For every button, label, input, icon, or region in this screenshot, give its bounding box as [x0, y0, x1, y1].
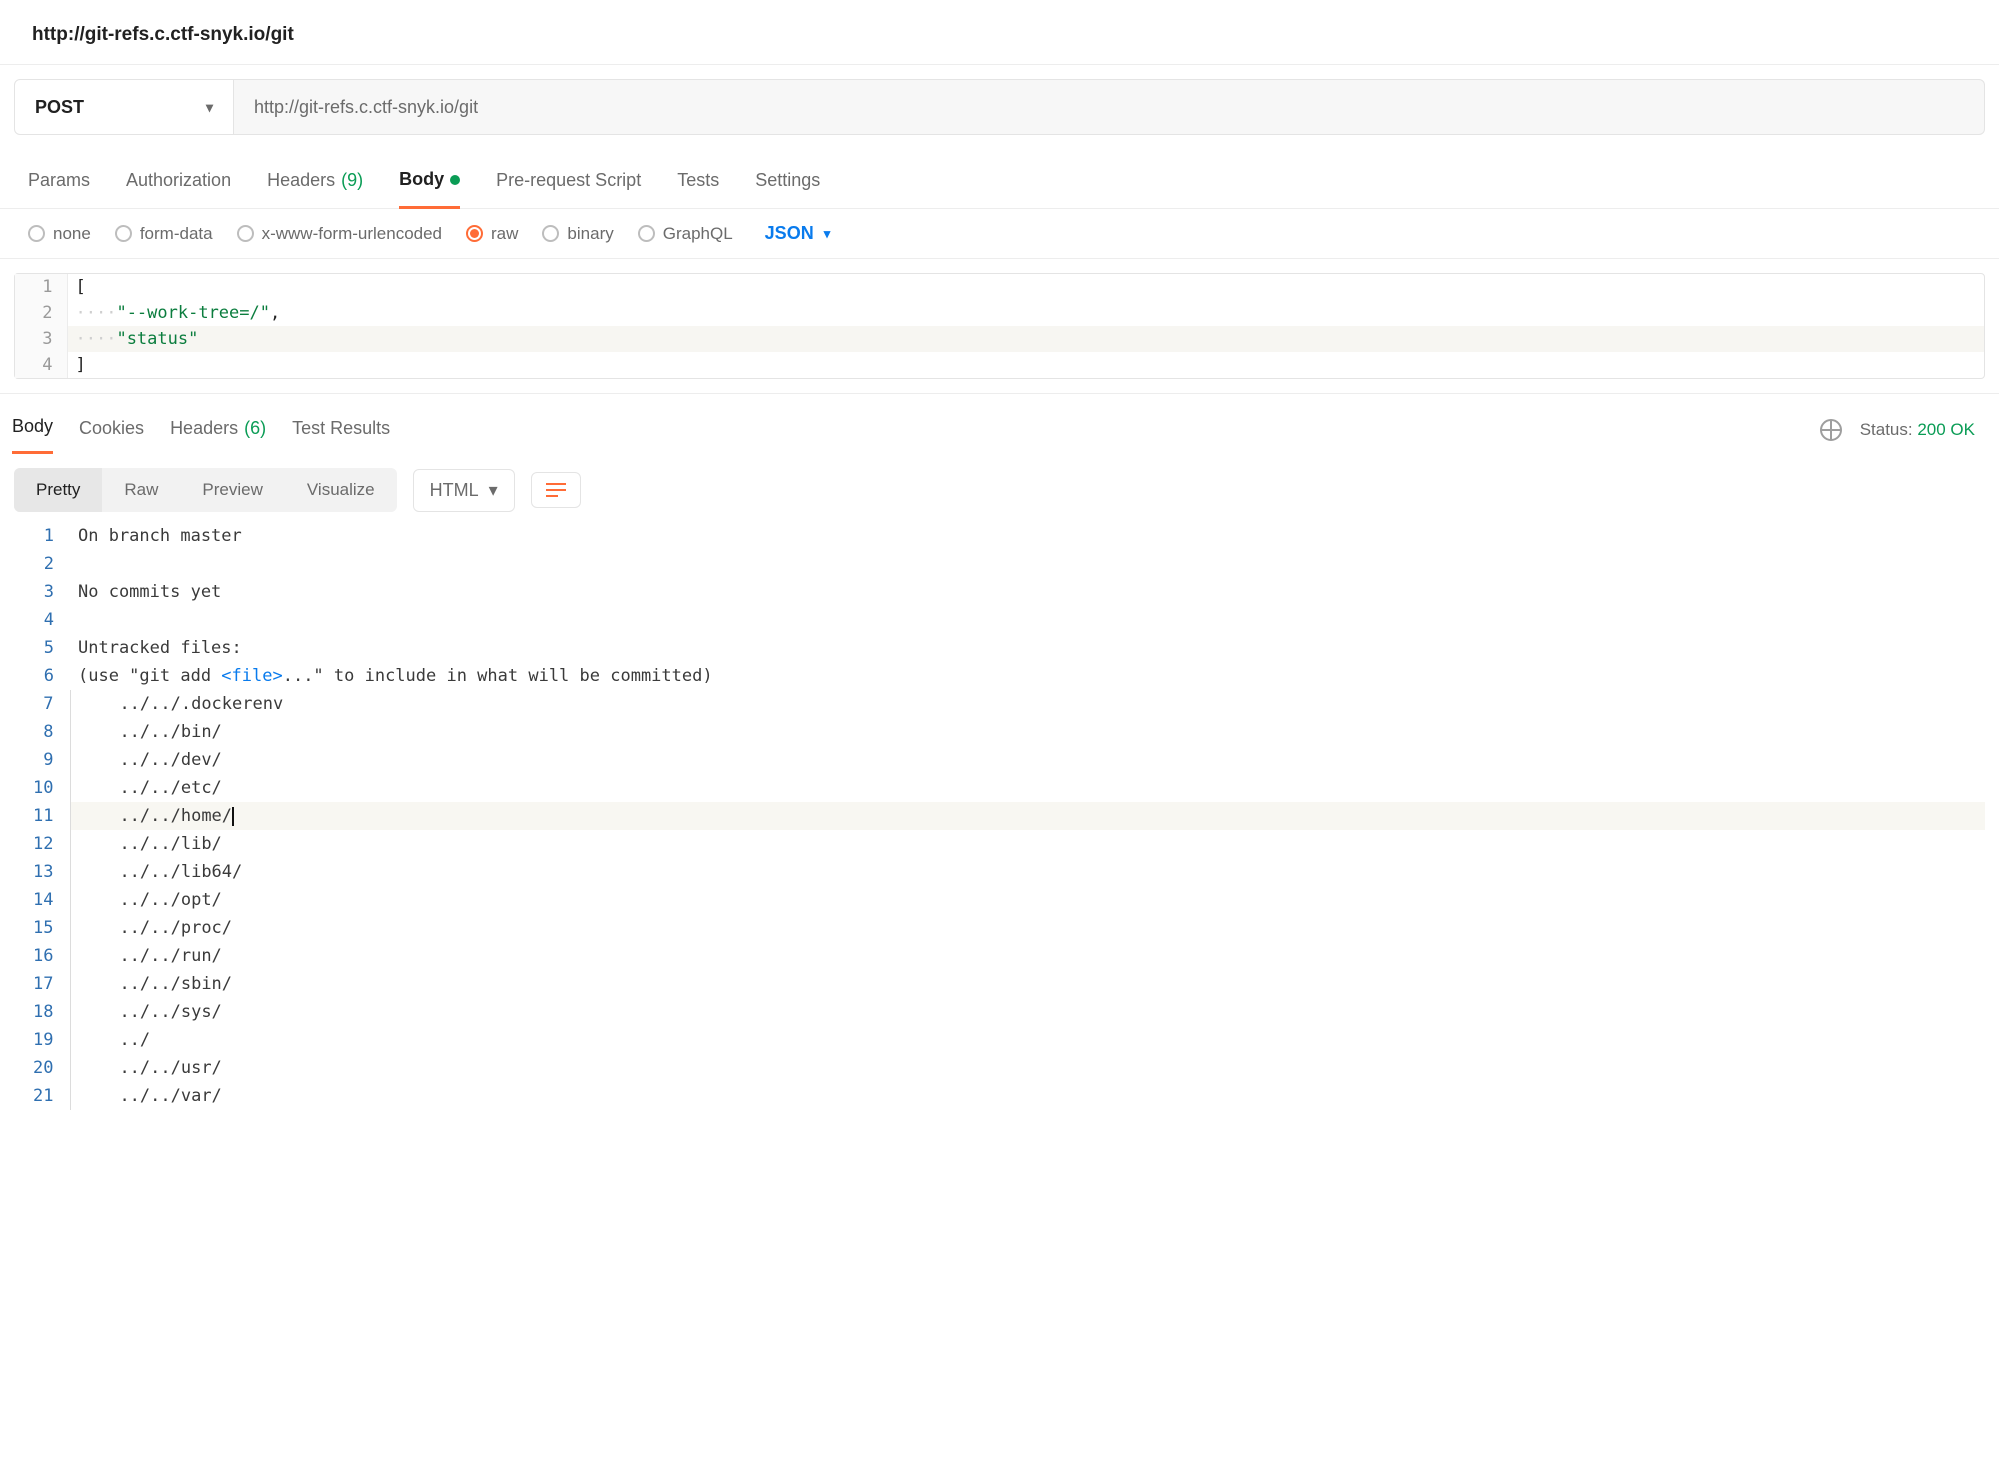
body-type-binary[interactable]: binary: [542, 224, 613, 244]
chevron-down-icon: ▾: [824, 226, 831, 242]
resp-tab-cookies[interactable]: Cookies: [79, 406, 144, 454]
tab-headers[interactable]: Headers (9): [267, 159, 363, 208]
modified-dot-icon: [450, 175, 460, 185]
body-type-none-label: none: [53, 224, 91, 244]
body-type-xwww-label: x-www-form-urlencoded: [262, 224, 442, 244]
resp-tab-headers-count: (6): [244, 418, 266, 439]
body-type-none[interactable]: none: [28, 224, 91, 244]
chevron-down-icon: ▾: [206, 99, 213, 116]
body-format-value: JSON: [765, 223, 814, 244]
method-value: POST: [35, 97, 84, 118]
tab-authorization[interactable]: Authorization: [126, 159, 231, 208]
tab-params[interactable]: Params: [28, 159, 90, 208]
body-type-form-data[interactable]: form-data: [115, 224, 213, 244]
body-type-graphql-label: GraphQL: [663, 224, 733, 244]
tab-body-label: Body: [399, 169, 444, 190]
url-input[interactable]: [234, 79, 1985, 135]
method-select[interactable]: POST ▾: [14, 79, 234, 135]
response-format-select[interactable]: HTML ▾: [413, 469, 515, 512]
tab-settings[interactable]: Settings: [755, 159, 820, 208]
status-label: Status:: [1860, 420, 1913, 439]
status-value: 200 OK: [1917, 420, 1975, 439]
response-body-viewer[interactable]: 1On branch master23No commits yet45Untra…: [14, 522, 1985, 1110]
view-mode-segment: Pretty Raw Preview Visualize: [14, 468, 397, 512]
body-type-raw-label: raw: [491, 224, 518, 244]
tab-body[interactable]: Body: [399, 159, 460, 209]
request-body-editor[interactable]: 1[2····"--work-tree=/",3····"status"4]: [14, 273, 1985, 379]
view-mode-visualize[interactable]: Visualize: [285, 468, 397, 512]
chevron-down-icon: ▾: [489, 480, 498, 501]
body-type-graphql[interactable]: GraphQL: [638, 224, 733, 244]
view-mode-pretty[interactable]: Pretty: [14, 468, 102, 512]
body-type-form-data-label: form-data: [140, 224, 213, 244]
tab-headers-label: Headers: [267, 170, 335, 191]
body-type-xwww[interactable]: x-www-form-urlencoded: [237, 224, 442, 244]
body-type-binary-label: binary: [567, 224, 613, 244]
response-format-value: HTML: [430, 480, 479, 501]
tab-headers-count: (9): [341, 170, 363, 191]
resp-tab-headers-label: Headers: [170, 418, 238, 439]
resp-tab-headers[interactable]: Headers (6): [170, 406, 266, 454]
request-title: http://git-refs.c.ctf-snyk.io/git: [0, 0, 1999, 65]
body-type-raw[interactable]: raw: [466, 224, 518, 244]
tab-prerequest[interactable]: Pre-request Script: [496, 159, 641, 208]
view-mode-preview[interactable]: Preview: [180, 468, 284, 512]
body-format-select[interactable]: JSON ▾: [765, 223, 831, 244]
resp-tab-test-results[interactable]: Test Results: [292, 406, 390, 454]
view-mode-raw[interactable]: Raw: [102, 468, 180, 512]
wrap-lines-icon: [546, 483, 566, 497]
tab-tests[interactable]: Tests: [677, 159, 719, 208]
wrap-lines-button[interactable]: [531, 472, 581, 508]
globe-icon[interactable]: [1820, 419, 1842, 441]
resp-tab-body[interactable]: Body: [12, 406, 53, 454]
